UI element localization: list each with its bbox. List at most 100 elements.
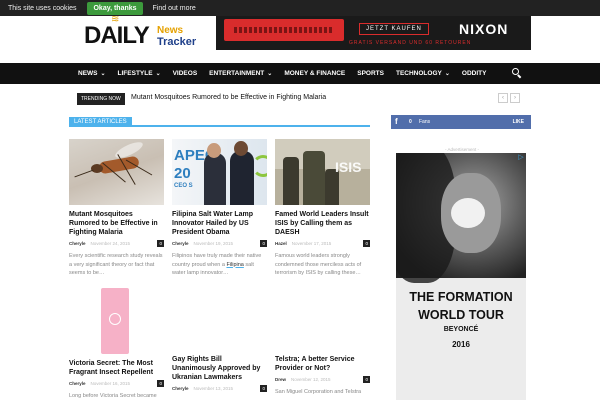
nav-item-lifestyle[interactable]: LIFESTYLE ⌄ [118,70,161,77]
ad-artist: BEYONCÉ [443,326,479,333]
article-meta: Cheryle November 24, 2015 0 [69,240,164,247]
main-nav: NEWS ⌄ LIFESTYLE ⌄ VIDEOS ENTERTAINMENT ⌄ MONEY… [0,63,600,84]
excerpt-link[interactable]: Filipina [226,262,243,268]
trending-headline[interactable]: Mutant Mosquitoes Rumored to be Effectiv… [131,94,326,101]
article-excerpt: Long before Victoria Secret became [69,393,157,399]
nav-item-technology[interactable]: TECHNOLOGY ⌄ [396,70,450,77]
comment-count[interactable]: 0 [363,376,370,383]
nav-item-oddity[interactable]: ODDITY [462,70,487,77]
nav-item-label: ENTERTAINMENT [209,70,265,77]
nav-item-money-finance[interactable]: MONEY & FINANCE [284,70,345,77]
perfume-thumbnail[interactable] [69,288,164,354]
facebook-icon: f [395,117,398,126]
nav-item-label: LIFESTYLE [117,70,153,77]
chevron-down-icon: ⌄ [444,71,450,77]
apec-thumbnail[interactable]: APEC 20 CEO S [172,139,267,205]
article-author[interactable]: Cheryle [172,386,189,391]
nav-item-label: NEWS [78,70,98,77]
article-meta: Cheryle November 13, 2015 0 [172,385,267,392]
isis-overlay-text: ISIS [335,159,362,175]
facebook-fan-count: 0 [409,119,412,125]
article-excerpt: Famous world leaders strongly condemned … [275,253,362,276]
comment-count[interactable]: 0 [260,240,267,247]
nav-item-entertainment[interactable]: ENTERTAINMENT ⌄ [209,70,272,77]
chevron-down-icon: ⌄ [155,71,161,77]
article-meta: Hazel November 17, 2015 0 [275,240,370,247]
apec-ceo-text: CEO S [174,183,193,189]
article-excerpt: Filipinos have truly made their native c… [172,252,267,278]
trending-prev-button[interactable]: ‹ [498,93,508,103]
isis-thumbnail[interactable]: ISIS [275,139,370,205]
latest-articles-title: LATEST ARTICLES [69,117,132,127]
cookie-accept-button[interactable]: Okay, thanks [87,1,143,15]
trending-controls: ‹ › [498,93,522,103]
ad-year: 2016 [452,340,470,349]
nav-item-label: VIDEOS [172,70,198,77]
comment-count[interactable]: 0 [157,380,164,387]
facebook-fans-label: Fans [419,119,431,125]
article-date: November 13, 2015 [193,386,234,391]
cookie-find-out-more-link[interactable]: Find out more [153,5,196,12]
article-author[interactable]: Cheryle [69,381,86,386]
comment-count[interactable]: 0 [363,240,370,247]
sidebar-ad[interactable]: ▷ THE FORMATION WORLD TOUR BEYONCÉ 2016 [396,153,526,400]
nav-item-label: TECHNOLOGY [395,70,442,77]
article-card[interactable]: ISIS Famed World Leaders Insult ISIS by … [275,139,370,278]
article-date: November 17, 2015 [291,241,332,246]
article-meta: Cheryle November 19, 2015 0 [172,240,267,247]
logo-tracker: Tracker [157,36,197,48]
ad-buy-button[interactable]: JETZT KAUFEN [359,23,429,35]
article-author[interactable]: Cheryle [69,241,86,246]
cookie-bar: This site uses cookies Okay, thanks Find… [0,0,600,16]
nav-item-news[interactable]: NEWS ⌄ [78,70,106,77]
article-author[interactable]: Drew [275,377,286,382]
facebook-widget: f 0 Fans LIKE [391,115,531,129]
nav-item-label: MONEY & FINANCE [284,70,346,77]
ad-choices-icon[interactable]: ▷ [516,153,526,163]
search-icon[interactable] [512,68,522,79]
article-meta: Drew November 12, 2015 0 [275,376,370,383]
comment-count[interactable]: 0 [157,240,164,247]
article-excerpt: Every scientific research study reveals … [69,253,163,276]
article-date: November 16, 2015 [90,381,131,386]
article-date: November 24, 2015 [90,241,131,246]
trending-next-button[interactable]: › [510,93,520,103]
advertisement-label: - Advertisement - [445,147,480,152]
cookie-message: This site uses cookies [8,4,77,12]
ad-shipping-text: GRATIS VERSAND UND 60 RETOUREN [349,40,472,46]
logo-news: News [157,25,184,36]
chevron-down-icon: ⌄ [267,71,273,77]
article-title[interactable]: Victoria Secret: The Most Fragrant Insec… [69,359,164,377]
comment-count[interactable]: 0 [260,385,267,392]
article-card[interactable]: Victoria Secret: The Most Fragrant Insec… [69,288,164,400]
article-date: November 19, 2015 [193,241,234,246]
mosquito-thumbnail[interactable] [69,139,164,205]
article-card[interactable]: Gay Rights Bill Unanimously Approved by … [172,355,267,392]
article-author[interactable]: Hazel [275,241,287,246]
article-title[interactable]: Mutant Mosquitoes Rumored to be Effectiv… [69,210,164,237]
article-title[interactable]: Famed World Leaders Insult ISIS by Calli… [275,210,370,237]
nav-item-videos[interactable]: VIDEOS [173,70,198,77]
article-card[interactable]: Telstra; A better Service Provider or No… [275,355,370,397]
latest-articles-header: LATEST ARTICLES [69,117,370,127]
speaker-image [224,19,344,41]
ad-headline: THE FORMATION WORLD TOUR [409,290,513,322]
logo-daily: DAILY [84,22,150,49]
article-excerpt: San Miguel Corporation and Telstra [275,389,362,395]
article-title[interactable]: Gay Rights Bill Unanimously Approved by … [172,355,267,382]
article-card[interactable]: APEC 20 CEO S Filipina Salt Water Lamp I… [172,139,267,278]
site-logo[interactable]: ≋ DAILY News Tracker [84,14,204,50]
article-author[interactable]: Cheryle [172,241,189,246]
nav-item-label: SPORTS [357,70,384,77]
apec-year-text: 20 [174,165,191,182]
nav-item-sports[interactable]: SPORTS [357,70,384,77]
facebook-like-button[interactable]: LIKE [513,119,524,125]
ad-photo [396,153,526,283]
top-banner-ad[interactable]: JETZT KAUFEN NIXON GRATIS VERSAND UND 60… [216,16,531,50]
article-meta: Cheryle November 16, 2015 0 [69,380,164,387]
ad-brand: NIXON [459,21,509,37]
nav-item-label: ODDITY [461,70,487,77]
article-card[interactable]: Mutant Mosquitoes Rumored to be Effectiv… [69,139,164,278]
article-title[interactable]: Filipina Salt Water Lamp Innovator Haile… [172,210,267,237]
article-title[interactable]: Telstra; A better Service Provider or No… [275,355,370,373]
